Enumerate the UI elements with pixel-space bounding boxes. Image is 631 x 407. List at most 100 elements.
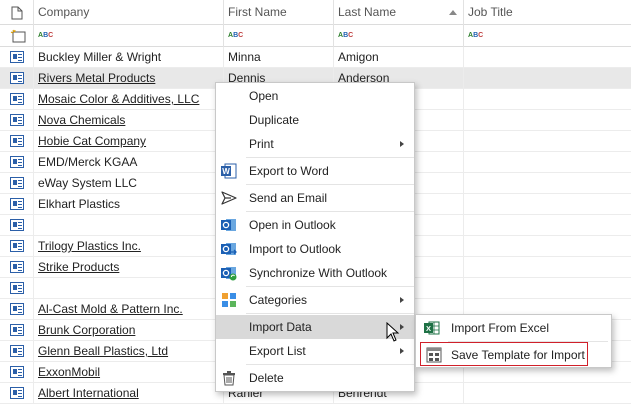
cell-last-name[interactable]: Amigon — [334, 47, 464, 68]
cell-company[interactable]: Buckley Miller & Wright — [34, 47, 224, 68]
row-icon-cell[interactable] — [0, 257, 34, 278]
menu-item-open-outlook[interactable]: Open in Outlook — [216, 213, 414, 237]
cell-job-title[interactable] — [464, 131, 631, 152]
row-icon-cell[interactable] — [0, 383, 34, 404]
cell-company[interactable]: Mosaic Color & Additives, LLC — [34, 89, 224, 110]
menu-item-delete[interactable]: Delete — [216, 366, 414, 390]
new-row-icon — [10, 29, 26, 43]
cell-job-title[interactable] — [464, 47, 631, 68]
cell-job-title[interactable] — [464, 194, 631, 215]
cell-company[interactable] — [34, 215, 224, 236]
cell-job-title[interactable] — [464, 383, 631, 404]
column-header-last-name[interactable]: Last Name — [334, 0, 464, 25]
cell-company[interactable]: ExxonMobil — [34, 362, 224, 383]
cell-company[interactable]: Hobie Cat Company — [34, 131, 224, 152]
menu-item-sync-outlook-label: Synchronize With Outlook — [249, 266, 388, 280]
column-header-company[interactable]: Company — [34, 0, 224, 25]
contact-card-icon — [10, 282, 24, 294]
row-icon-cell[interactable] — [0, 110, 34, 131]
new-row-header[interactable] — [0, 0, 34, 25]
cell-job-title[interactable] — [464, 152, 631, 173]
menu-item-print[interactable]: Print — [216, 132, 414, 156]
row-icon-cell[interactable] — [0, 320, 34, 341]
menu-item-export-list[interactable]: Export List — [216, 339, 414, 363]
filter-row: ABC ABC ABC ABC — [0, 25, 631, 47]
filter-company[interactable]: ABC — [34, 25, 224, 47]
cell-company[interactable]: EMD/Merck KGAA — [34, 152, 224, 173]
menu-item-import-excel[interactable]: X Import From Excel — [416, 316, 611, 340]
menu-item-import-outlook[interactable]: Import to Outlook — [216, 237, 414, 261]
cell-company[interactable] — [34, 278, 224, 299]
cell-company[interactable]: Glenn Beall Plastics, Ltd — [34, 341, 224, 362]
grid-header: Company First Name Last Name Job Title — [0, 0, 631, 25]
cell-company[interactable]: Rivers Metal Products — [34, 68, 224, 89]
cell-company[interactable]: Strike Products — [34, 257, 224, 278]
row-icon-cell[interactable] — [0, 47, 34, 68]
cell-job-title[interactable] — [464, 110, 631, 131]
row-icon-cell[interactable] — [0, 215, 34, 236]
new-document-icon — [11, 6, 23, 20]
menu-item-categories-label: Categories — [249, 293, 308, 307]
menu-item-open-outlook-label: Open in Outlook — [249, 218, 336, 232]
menu-item-send-email[interactable]: Send an Email — [216, 186, 414, 210]
cell-company[interactable]: Brunk Corporation — [34, 320, 224, 341]
row-icon-cell[interactable] — [0, 173, 34, 194]
menu-separator — [246, 364, 414, 365]
filter-first-name[interactable]: ABC — [224, 25, 334, 47]
menu-separator — [246, 157, 414, 158]
menu-item-delete-label: Delete — [249, 371, 284, 385]
row-icon-cell[interactable] — [0, 278, 34, 299]
menu-item-import-data[interactable]: Import Data — [216, 315, 414, 339]
cell-company[interactable]: Trilogy Plastics Inc. — [34, 236, 224, 257]
menu-item-print-label: Print — [249, 137, 274, 151]
cell-job-title[interactable] — [464, 278, 631, 299]
contact-card-icon — [10, 114, 24, 126]
cell-company[interactable]: Elkhart Plastics — [34, 194, 224, 215]
menu-separator — [246, 313, 414, 314]
cell-job-title[interactable] — [464, 236, 631, 257]
row-icon-cell[interactable] — [0, 89, 34, 110]
menu-item-duplicate[interactable]: Duplicate — [216, 108, 414, 132]
column-header-job-title[interactable]: Job Title — [464, 0, 631, 25]
column-header-first-name[interactable]: First Name — [224, 0, 334, 25]
filter-job-title[interactable]: ABC — [464, 25, 631, 47]
row-icon-cell[interactable] — [0, 68, 34, 89]
cell-job-title[interactable] — [464, 68, 631, 89]
menu-item-duplicate-label: Duplicate — [249, 113, 300, 127]
menu-item-open[interactable]: Open — [216, 84, 414, 108]
cell-job-title[interactable] — [464, 173, 631, 194]
row-icon-cell[interactable] — [0, 236, 34, 257]
menu-item-sync-outlook[interactable]: Synchronize With Outlook — [216, 261, 414, 285]
row-icon-cell[interactable] — [0, 341, 34, 362]
mouse-cursor-icon — [386, 322, 400, 342]
row-icon-cell[interactable] — [0, 362, 34, 383]
cell-job-title[interactable] — [464, 89, 631, 110]
table-row[interactable]: Buckley Miller & Wright Minna Amigon — [0, 47, 631, 68]
categories-icon — [222, 293, 236, 307]
text-filter-icon: ABC — [38, 32, 54, 39]
cell-company[interactable]: Albert International — [34, 383, 224, 404]
row-icon-cell[interactable] — [0, 152, 34, 173]
row-icon-cell[interactable] — [0, 299, 34, 320]
menu-item-categories[interactable]: Categories — [216, 288, 414, 312]
row-icon-cell[interactable] — [0, 131, 34, 152]
cell-company[interactable]: Nova Chemicals — [34, 110, 224, 131]
context-menu: Open Duplicate Print W Export to Word Se… — [215, 82, 415, 392]
cell-job-title[interactable] — [464, 257, 631, 278]
outlook-icon — [221, 219, 236, 231]
contact-card-icon — [10, 303, 24, 315]
cell-first-name[interactable]: Minna — [224, 47, 334, 68]
menu-separator — [246, 184, 414, 185]
cell-company[interactable]: Al-Cast Mold & Pattern Inc. — [34, 299, 224, 320]
contact-card-icon — [10, 366, 24, 378]
row-icon-cell[interactable] — [0, 194, 34, 215]
menu-item-export-word-label: Export to Word — [249, 164, 329, 178]
outlook-sync-icon — [221, 267, 237, 281]
filter-last-name[interactable]: ABC — [334, 25, 464, 47]
contact-card-icon — [10, 135, 24, 147]
cell-company[interactable]: eWay System LLC — [34, 173, 224, 194]
add-row-cell[interactable] — [0, 25, 34, 47]
text-filter-icon: ABC — [468, 32, 484, 39]
cell-job-title[interactable] — [464, 215, 631, 236]
menu-item-export-word[interactable]: W Export to Word — [216, 159, 414, 183]
